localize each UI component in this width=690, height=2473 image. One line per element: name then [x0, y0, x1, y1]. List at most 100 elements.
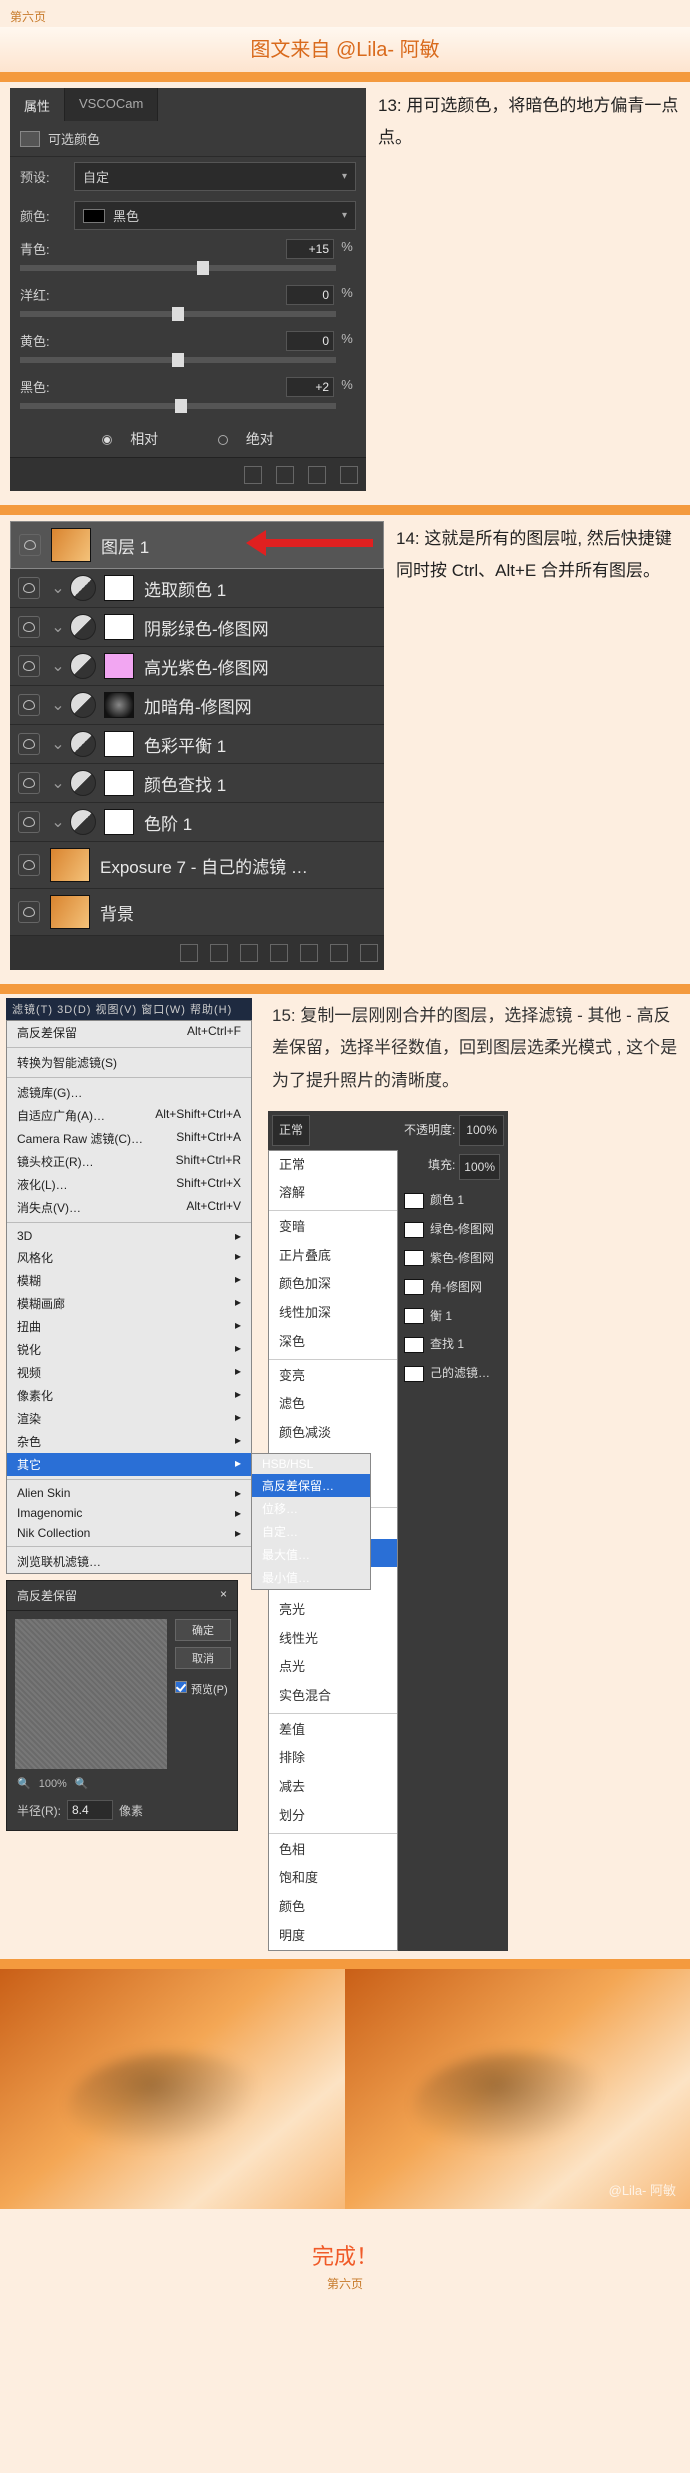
slider-value[interactable]: +15 — [286, 239, 334, 259]
preview-checkbox[interactable]: 预览(P) — [175, 1681, 231, 1697]
blend-option[interactable]: 划分 — [269, 1802, 397, 1831]
preset-select[interactable]: 自定▾ — [74, 162, 356, 191]
layer-row[interactable]: ⌄ 色彩平衡 1 — [10, 725, 384, 764]
blend-option[interactable]: 减去 — [269, 1773, 397, 1802]
visibility-toggle[interactable] — [19, 534, 41, 556]
visibility-toggle[interactable] — [18, 811, 40, 833]
blend-select[interactable]: 正常 — [272, 1115, 310, 1146]
layer-row[interactable]: ⌄ 色阶 1 — [10, 803, 384, 842]
tab-vscocam[interactable]: VSCOCam — [65, 88, 158, 121]
blend-option[interactable]: 滤色 — [269, 1390, 397, 1419]
layer-mask[interactable] — [104, 809, 134, 835]
trash-icon[interactable] — [360, 944, 378, 962]
slider-thumb[interactable] — [197, 261, 209, 275]
blend-option[interactable]: 变暗 — [269, 1213, 397, 1242]
menu-item[interactable]: 模糊画廊▸ — [7, 1292, 251, 1315]
layer-row[interactable]: ⌄ 颜色查找 1 — [10, 764, 384, 803]
menu-item[interactable]: 锐化▸ — [7, 1338, 251, 1361]
mini-layer-row[interactable]: 己的滤镜… — [402, 1359, 504, 1388]
new-layer-icon[interactable] — [330, 944, 348, 962]
layer-name[interactable]: 背景 — [100, 900, 376, 925]
blend-option[interactable]: 饱和度 — [269, 1864, 397, 1893]
layer-name[interactable]: 色彩平衡 1 — [144, 732, 376, 757]
visibility-toggle[interactable] — [18, 577, 40, 599]
blend-option[interactable]: 变亮 — [269, 1362, 397, 1391]
menu-item[interactable]: 渲染▸ — [7, 1407, 251, 1430]
menu-item[interactable]: Imagenomic▸ — [7, 1503, 251, 1523]
menu-item-smart-filter[interactable]: 转换为智能滤镜(S) — [7, 1051, 251, 1074]
layer-mask[interactable] — [104, 575, 134, 601]
blend-option[interactable]: 色相 — [269, 1836, 397, 1865]
blend-option[interactable]: 明度 — [269, 1922, 397, 1951]
menu-item[interactable]: Camera Raw 滤镜(C)…Shift+Ctrl+A — [7, 1127, 251, 1150]
trash-icon[interactable] — [340, 466, 358, 484]
blend-option[interactable]: 差值 — [269, 1716, 397, 1745]
layer-thumbnail[interactable] — [51, 528, 91, 562]
layer-name[interactable]: 颜色查找 1 — [144, 771, 376, 796]
blend-option[interactable]: 溶解 — [269, 1179, 397, 1208]
zoom-out-icon[interactable]: 🔍 — [17, 1777, 31, 1790]
submenu-item[interactable]: 高反差保留… — [252, 1474, 370, 1497]
menu-item-last-filter[interactable]: 高反差保留Alt+Ctrl+F — [7, 1021, 251, 1044]
mask-icon[interactable] — [240, 944, 258, 962]
layer-mask[interactable] — [104, 770, 134, 796]
layer-row[interactable]: ⌄ 加暗角-修图网 — [10, 686, 384, 725]
visibility-toggle[interactable] — [18, 901, 40, 923]
mini-layer-row[interactable]: 衡 1 — [402, 1302, 504, 1331]
blend-option[interactable]: 线性加深 — [269, 1299, 397, 1328]
visibility-toggle[interactable] — [18, 616, 40, 638]
layer-name[interactable]: 色阶 1 — [144, 810, 376, 835]
visibility-toggle[interactable] — [18, 854, 40, 876]
layer-row[interactable]: ⌄ 高光紫色-修图网 — [10, 647, 384, 686]
submenu-item[interactable]: 自定… — [252, 1520, 370, 1543]
layer-name[interactable]: 加暗角-修图网 — [144, 693, 376, 718]
blend-option[interactable]: 颜色加深 — [269, 1270, 397, 1299]
adjustment-icon[interactable] — [270, 944, 288, 962]
layer-row[interactable]: 背景 — [10, 889, 384, 936]
blend-option[interactable]: 颜色 — [269, 1893, 397, 1922]
group-icon[interactable] — [300, 944, 318, 962]
submenu-item[interactable]: 最小值… — [252, 1566, 370, 1589]
visibility-toggle[interactable] — [18, 694, 40, 716]
blend-option[interactable]: 线性光 — [269, 1625, 397, 1654]
close-icon[interactable]: × — [220, 1587, 227, 1604]
filter-menu[interactable]: 高反差保留Alt+Ctrl+F 转换为智能滤镜(S) 滤镜库(G)…自适应广角(… — [6, 1020, 252, 1574]
mini-layer-row[interactable]: 紫色-修图网 — [402, 1244, 504, 1273]
menu-item[interactable]: 扭曲▸ — [7, 1315, 251, 1338]
layer-mask[interactable] — [104, 653, 134, 679]
menu-item-other[interactable]: 其它▸ HSB/HSL高反差保留…位移…自定…最大值…最小值… — [7, 1453, 251, 1476]
layer-name[interactable]: 选取颜色 1 — [144, 576, 376, 601]
slider-value[interactable]: 0 — [286, 331, 334, 351]
cancel-button[interactable]: 取消 — [175, 1647, 231, 1669]
clip-icon[interactable] — [244, 466, 262, 484]
menu-item[interactable]: 像素化▸ — [7, 1384, 251, 1407]
ok-button[interactable]: 确定 — [175, 1619, 231, 1641]
mini-layer-row[interactable]: 查找 1 — [402, 1330, 504, 1359]
color-select[interactable]: 黑色 ▾ — [74, 201, 356, 230]
mini-layer-row[interactable]: 颜色 1 — [402, 1186, 504, 1215]
menu-item[interactable]: 模糊▸ — [7, 1269, 251, 1292]
menu-item[interactable]: 消失点(V)…Alt+Ctrl+V — [7, 1196, 251, 1219]
layer-row[interactable]: Exposure 7 - 自己的滤镜 … — [10, 842, 384, 889]
submenu-item[interactable]: 最大值… — [252, 1543, 370, 1566]
zoom-in-icon[interactable]: 🔍 — [75, 1777, 89, 1790]
mini-layer-row[interactable]: 角-修图网 — [402, 1273, 504, 1302]
reset-icon[interactable] — [308, 466, 326, 484]
opacity-input[interactable]: 100% — [459, 1115, 504, 1146]
slider-thumb[interactable] — [172, 353, 184, 367]
blend-option[interactable]: 亮光 — [269, 1596, 397, 1625]
blend-option[interactable]: 正常 — [269, 1151, 397, 1180]
fill-input[interactable]: 100% — [459, 1154, 500, 1181]
slider-value[interactable]: +2 — [286, 377, 334, 397]
eye-icon[interactable] — [276, 466, 294, 484]
blend-option[interactable]: 颜色减淡 — [269, 1419, 397, 1448]
submenu-item[interactable]: HSB/HSL — [252, 1454, 370, 1474]
fx-icon[interactable] — [210, 944, 228, 962]
slider-value[interactable]: 0 — [286, 285, 334, 305]
layer-row[interactable]: ⌄ 选取颜色 1 — [10, 569, 384, 608]
layer-mask[interactable] — [104, 692, 134, 718]
slider-track[interactable] — [20, 357, 336, 363]
layer-mask[interactable] — [104, 614, 134, 640]
menu-item[interactable]: 滤镜库(G)… — [7, 1081, 251, 1104]
layer-thumbnail[interactable] — [50, 895, 90, 929]
